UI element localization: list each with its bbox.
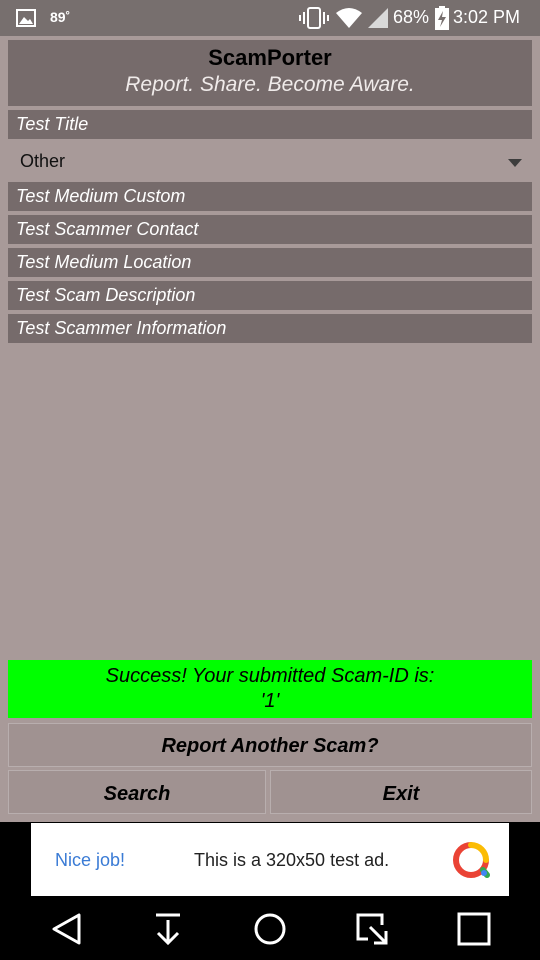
success-message: Success! Your submitted Scam-ID is: '1'	[8, 660, 532, 718]
ad-nice-job: Nice job!	[55, 850, 126, 870]
app-content: ScamPorter Report. Share. Become Aware. …	[0, 36, 540, 822]
chevron-down-icon	[508, 159, 522, 167]
scammer-contact-field[interactable]: Test Scammer Contact	[8, 215, 532, 244]
app-subtitle: Report. Share. Become Aware.	[125, 73, 415, 96]
status-bar: 89˚ 68% 3:02 PM	[0, 0, 540, 36]
test-ad-banner[interactable]: Nice job! This is a 320x50 test ad.	[31, 823, 509, 896]
search-label: Search	[103, 783, 171, 805]
ad-area: Nice job! This is a 320x50 test ad.	[0, 822, 540, 898]
search-button[interactable]: Search	[8, 770, 266, 814]
battery-charging-icon	[435, 6, 449, 30]
medium-custom-field[interactable]: Test Medium Custom	[8, 182, 532, 211]
exit-button[interactable]: Exit	[270, 770, 532, 814]
title-field[interactable]: Test Title	[8, 110, 532, 139]
report-another-button[interactable]: Report Another Scam?	[8, 723, 532, 767]
app-header: ScamPorter Report. Share. Become Aware.	[8, 40, 532, 106]
scam-description-field[interactable]: Test Scam Description	[8, 281, 532, 310]
medium-location-field[interactable]: Test Medium Location	[8, 248, 532, 277]
success-scam-id: '1'	[260, 690, 280, 712]
back-icon[interactable]	[49, 911, 85, 947]
battery-percent: 68%	[393, 7, 430, 27]
signal-icon	[368, 8, 388, 28]
medium-selected-value: Other	[20, 151, 66, 171]
report-another-label: Report Another Scam?	[161, 735, 379, 757]
medium-dropdown[interactable]: Other	[8, 145, 532, 179]
ad-logo-icon	[453, 842, 490, 878]
success-line-1: Success! Your submitted Scam-ID is:	[105, 665, 435, 687]
overview-icon[interactable]	[456, 911, 492, 947]
wifi-icon	[336, 8, 362, 28]
recents-icon[interactable]	[354, 911, 390, 947]
app-title: ScamPorter	[208, 45, 332, 70]
clock: 3:02 PM	[453, 7, 521, 27]
temperature-text: 89˚	[50, 9, 71, 25]
home-icon[interactable]	[252, 911, 288, 947]
scammer-information-field[interactable]: Test Scammer Information	[8, 314, 532, 343]
exit-label: Exit	[382, 783, 420, 805]
vibrate-icon	[299, 7, 329, 29]
image-icon	[16, 9, 36, 27]
ad-text: This is a 320x50 test ad.	[194, 850, 390, 870]
navigation-bar	[0, 898, 540, 960]
download-icon[interactable]	[150, 911, 186, 947]
